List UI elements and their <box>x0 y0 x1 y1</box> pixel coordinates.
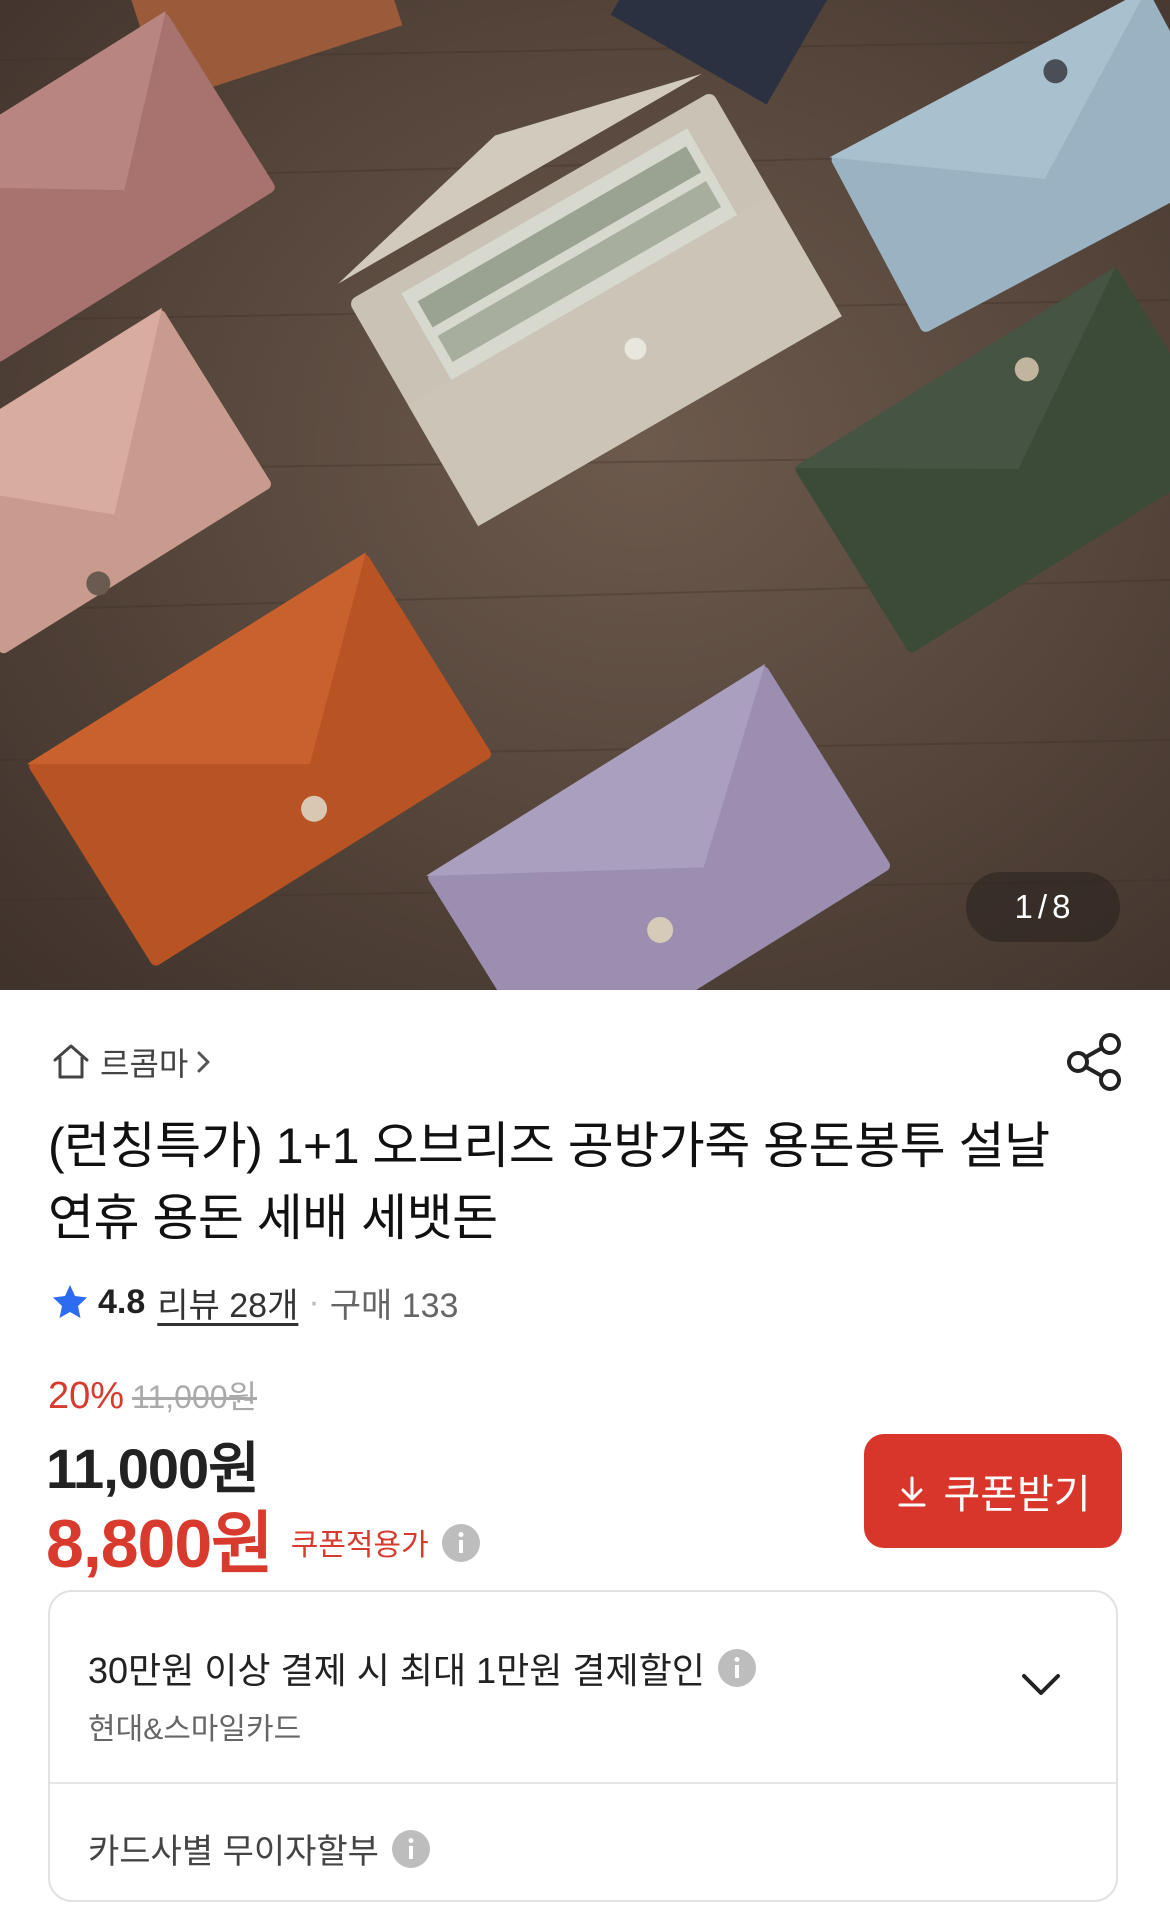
share-icon[interactable] <box>1066 1032 1124 1092</box>
store-link[interactable]: 르콤마 <box>50 1036 214 1088</box>
card-discount-cards: 현대&스마일카드 <box>88 1713 302 1746</box>
coupon-price-label: 쿠폰적용가 <box>290 1528 429 1562</box>
product-image-gallery[interactable]: 1 / 8 <box>0 0 1170 990</box>
card-discount-row: 30만원 이상 결제 시 최대 1만원 결제할인 <box>88 1642 757 1694</box>
card-discount-title: 30만원 이상 결제 시 최대 1만원 결제할인 <box>88 1650 705 1691</box>
chevron-right-icon <box>197 1051 210 1073</box>
installment-benefit[interactable]: 카드사별 무이자할부 <box>88 1824 431 1873</box>
image-counter-separator: / <box>1037 888 1049 925</box>
product-title: (런칭특가) 1+1 오브리즈 공방가죽 용돈봉투 설날 연휴 용돈 세배 세뱃… <box>48 1118 1050 1246</box>
star-icon <box>53 1285 87 1318</box>
installment-title: 카드사별 무이자할부 <box>88 1833 379 1871</box>
coupon-price-row: 8,800원 쿠폰적용가 <box>46 1488 481 1587</box>
home-icon <box>53 1044 89 1079</box>
review-count-link[interactable]: 리뷰 28개 <box>157 1278 298 1327</box>
info-icon[interactable] <box>441 1523 481 1563</box>
store-name: 르콤마 <box>100 1046 189 1082</box>
image-counter-total: 8 <box>1052 888 1072 925</box>
purchase-count: 구매 133 <box>329 1286 459 1325</box>
coupon-price: 8,800원 <box>46 1506 274 1582</box>
chevron-down-icon[interactable] <box>1018 1662 1064 1708</box>
card-discount-benefit[interactable]: 30만원 이상 결제 시 최대 1만원 결제할인 현대&스마일카드 <box>50 1592 1116 1784</box>
discount-row: 20% 11,000원 <box>48 1372 257 1418</box>
coupon-download-button[interactable]: 쿠폰받기 <box>864 1434 1122 1548</box>
info-icon[interactable] <box>717 1648 757 1688</box>
lavender-wallet <box>425 663 891 990</box>
info-icon[interactable] <box>391 1829 431 1869</box>
benefits-box: 30만원 이상 결제 시 최대 1만원 결제할인 현대&스마일카드 카드사별 무… <box>48 1590 1118 1902</box>
image-counter: 1 / 8 <box>966 872 1120 942</box>
beige-wallet <box>338 73 842 527</box>
separator-dot: · <box>308 1282 320 1321</box>
rating-row: 4.8 리뷰 28개 · 구매 133 <box>50 1276 458 1328</box>
green-wallet <box>793 266 1170 653</box>
navy-wallet <box>610 0 837 105</box>
orange-wallet <box>26 552 491 966</box>
download-icon <box>898 1476 926 1507</box>
image-counter-current: 1 <box>1014 888 1034 925</box>
original-price: 11,000원 <box>132 1379 258 1415</box>
rating-score: 4.8 <box>98 1282 146 1321</box>
discount-rate: 20% <box>48 1375 125 1417</box>
coupon-button-label: 쿠폰받기 <box>943 1473 1091 1517</box>
product-photo <box>0 0 1170 990</box>
